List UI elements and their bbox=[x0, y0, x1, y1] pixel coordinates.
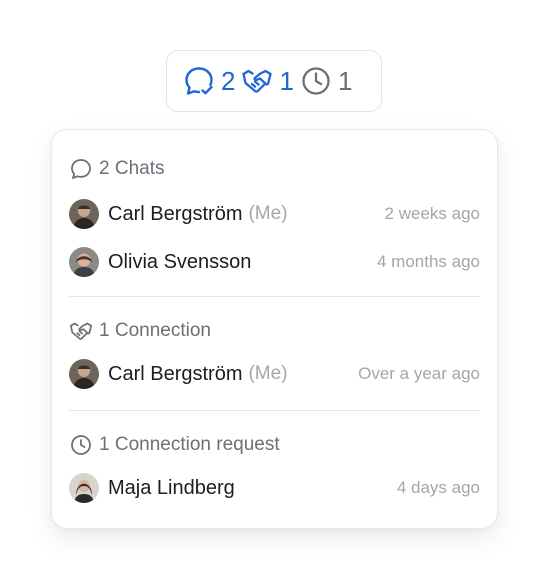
timestamp: Over a year ago bbox=[358, 364, 480, 383]
connections-summary[interactable]: 1 bbox=[241, 65, 294, 97]
connections-section: 1 Connection Carl Bergström (Me) Over a … bbox=[69, 318, 480, 390]
timestamp: 2 weeks ago bbox=[384, 204, 480, 223]
divider bbox=[69, 296, 480, 297]
connections-count: 1 bbox=[279, 66, 294, 96]
contact-name: Carl Bergström bbox=[108, 362, 243, 385]
contact-name: Carl Bergström bbox=[108, 202, 243, 225]
requests-section: 1 Connection request Maja Lindberg 4 day… bbox=[69, 432, 480, 504]
request-row-maja[interactable]: Maja Lindberg 4 days ago bbox=[69, 472, 480, 504]
chats-header-label: 2 Chats bbox=[99, 158, 165, 179]
chats-count: 2 bbox=[221, 66, 236, 96]
chat-row-olivia[interactable]: Olivia Svensson 4 months ago bbox=[69, 246, 480, 278]
chats-summary[interactable]: 2 bbox=[183, 65, 235, 97]
chats-section: 2 Chats Carl Bergström (Me) 2 weeks ago … bbox=[69, 156, 480, 278]
me-tag: (Me) bbox=[248, 363, 288, 384]
timestamp: 4 months ago bbox=[376, 252, 480, 271]
handshake-icon bbox=[241, 65, 273, 97]
chat-bubble-check-icon bbox=[183, 65, 215, 97]
chat-row-carl[interactable]: Carl Bergström (Me) 2 weeks ago bbox=[69, 198, 480, 230]
chats-header: 2 Chats bbox=[69, 156, 480, 182]
connections-header: 1 Connection bbox=[69, 318, 480, 344]
clock-icon bbox=[300, 65, 332, 97]
activity-popover: 2 Chats Carl Bergström (Me) 2 weeks ago … bbox=[51, 129, 498, 529]
timestamp: 4 days ago bbox=[396, 478, 480, 497]
avatar bbox=[69, 473, 99, 503]
requests-header: 1 Connection request bbox=[69, 432, 480, 458]
requests-header-label: 1 Connection request bbox=[99, 434, 280, 455]
divider bbox=[69, 410, 480, 411]
contact-name: Olivia Svensson bbox=[108, 250, 252, 273]
chat-bubble-icon bbox=[69, 157, 99, 181]
me-tag: (Me) bbox=[248, 203, 288, 224]
avatar bbox=[69, 359, 99, 389]
clock-icon bbox=[69, 433, 99, 457]
requests-count: 1 bbox=[337, 66, 353, 96]
requests-summary[interactable]: 1 bbox=[300, 65, 352, 97]
avatar bbox=[69, 247, 99, 277]
activity-summary-pill[interactable]: 2 1 1 bbox=[166, 50, 382, 112]
avatar bbox=[69, 199, 99, 229]
connection-row-carl[interactable]: Carl Bergström (Me) Over a year ago bbox=[69, 358, 480, 390]
connections-header-label: 1 Connection bbox=[99, 320, 211, 341]
handshake-icon bbox=[69, 319, 99, 343]
contact-name: Maja Lindberg bbox=[108, 476, 235, 499]
